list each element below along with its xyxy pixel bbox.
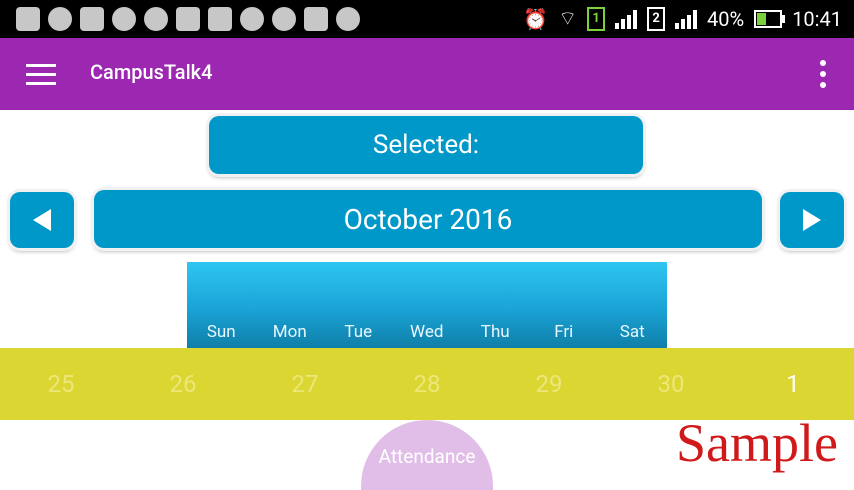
status-bar: ⏰ ⌔ 1 2 40% 10:41: [0, 0, 854, 38]
battery-icon: [754, 9, 786, 28]
app-bar: CampusTalk4: [0, 38, 854, 110]
battery-percent: 40%: [707, 6, 745, 31]
system-status: ⏰ ⌔ 1 2 40% 10:41: [523, 6, 842, 31]
clock: 10:41: [792, 6, 842, 31]
weekday-label: Mon: [272, 322, 307, 342]
weekday-label: Sun: [206, 322, 236, 342]
settings-notification-icon: [272, 7, 296, 31]
gallery-notification-icon: [16, 7, 40, 31]
calendar-week-row: 25 26 27 28 29 30 1: [0, 348, 854, 420]
opera-icon: [240, 7, 264, 31]
notification-icons: [16, 7, 360, 31]
android-icon: [336, 7, 360, 31]
battery-fill: [757, 12, 766, 25]
menu-icon[interactable]: [26, 64, 56, 85]
sim2-icon: 2: [647, 6, 666, 31]
selected-date-label: Selected:: [209, 116, 643, 174]
whatsapp-icon: [112, 7, 136, 31]
sample-watermark: Sample: [676, 413, 838, 473]
cast-icon: [304, 7, 328, 31]
crown-app-icon: [144, 7, 168, 31]
previous-month-button[interactable]: [10, 192, 74, 248]
app-notification-icon-2: [176, 7, 200, 31]
next-month-button[interactable]: [780, 192, 844, 248]
month-title: October 2016: [94, 190, 762, 248]
pattern-app-icon: [208, 7, 232, 31]
signal-strength-2-icon: [675, 9, 698, 29]
weekday-label: Sat: [619, 322, 645, 342]
weekday-header: Sun Mon Tue Wed Thu Fri Sat: [187, 262, 667, 348]
app-title: CampusTalk4: [90, 60, 213, 84]
date-cell[interactable]: 30: [610, 370, 732, 398]
image-notification-icon: [80, 7, 104, 31]
arrow-right-icon: [803, 209, 821, 231]
weekday-label: Wed: [410, 322, 444, 342]
arrow-left-icon: [33, 209, 51, 231]
date-cell[interactable]: 25: [0, 370, 122, 398]
date-cell[interactable]: 28: [366, 370, 488, 398]
date-cell[interactable]: 27: [244, 370, 366, 398]
signal-strength-icon: [615, 9, 638, 29]
weekday-label: Tue: [344, 322, 373, 342]
date-cell[interactable]: 26: [122, 370, 244, 398]
date-cell-current-month[interactable]: 1: [732, 370, 854, 398]
alarm-icon: ⏰: [523, 6, 549, 31]
overflow-menu-icon[interactable]: [820, 60, 826, 88]
wifi-icon: ⌔: [558, 6, 578, 30]
weekday-label: Fri: [554, 322, 574, 342]
weekday-label: Thu: [480, 322, 510, 342]
app-notification-icon: [48, 7, 72, 31]
date-cell[interactable]: 29: [488, 370, 610, 398]
sim1-icon: 1: [587, 6, 606, 31]
